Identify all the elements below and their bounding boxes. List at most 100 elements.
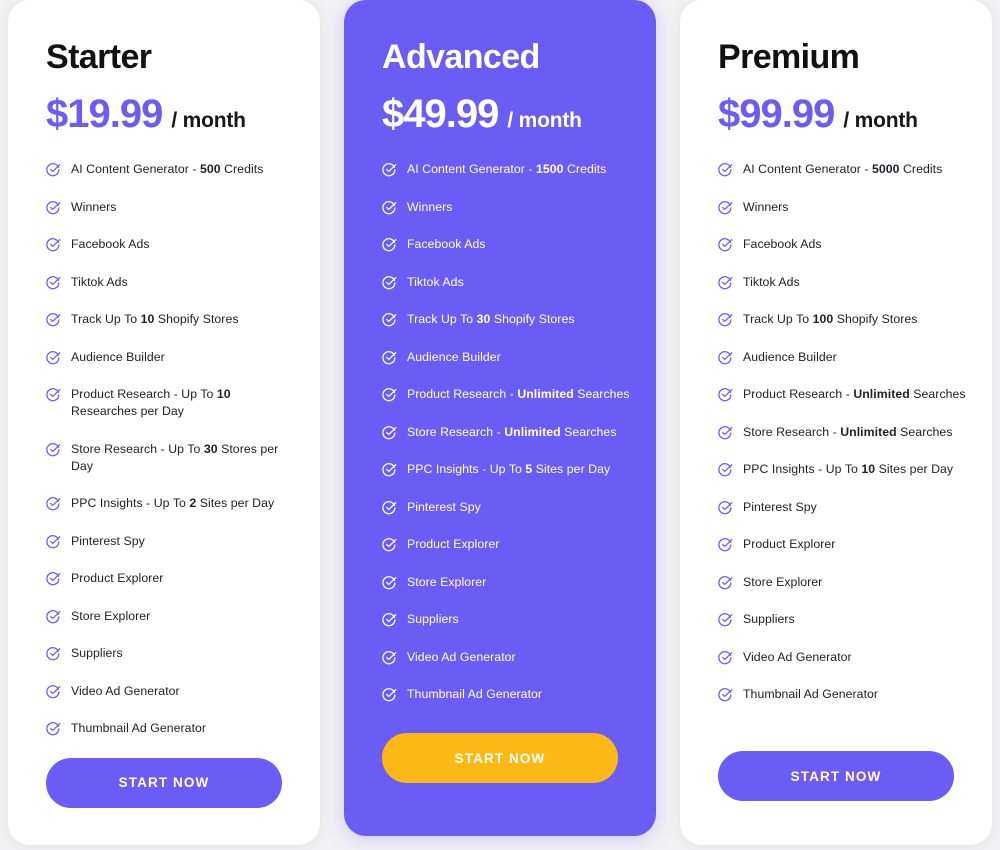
feature-item: Facebook Ads — [718, 236, 966, 253]
check-circle-icon — [46, 387, 61, 402]
check-circle-icon — [46, 609, 61, 624]
feature-item: Store Research - Up To 30 Stores per Day — [46, 441, 294, 475]
feature-item: Product Research - Up To 10 Researches p… — [46, 386, 294, 420]
feature-label: Store Explorer — [743, 574, 823, 589]
check-circle-icon — [46, 312, 61, 327]
feature-label: Store Explorer — [407, 574, 487, 589]
check-circle-icon — [382, 237, 397, 252]
feature-label: Track Up To 100 Shopify Stores — [743, 312, 918, 326]
feature-item: PPC Insights - Up To 2 Sites per Day — [46, 495, 294, 512]
feature-label: Tiktok Ads — [743, 274, 800, 289]
feature-item: Pinterest Spy — [382, 499, 630, 516]
check-circle-icon — [46, 534, 61, 549]
check-circle-icon — [382, 425, 397, 440]
check-circle-icon — [382, 350, 397, 365]
plan-price-period: / month — [843, 109, 918, 132]
feature-item: Store Research - Unlimited Searches — [718, 424, 966, 441]
check-circle-icon — [46, 350, 61, 365]
feature-label: Tiktok Ads — [71, 274, 128, 289]
plan-feature-list: AI Content Generator - 1500 Credits Winne… — [370, 161, 630, 724]
feature-label: Thumbnail Ad Generator — [407, 687, 543, 701]
feature-label: Product Research - Unlimited Searches — [407, 387, 630, 401]
feature-label: Thumbnail Ad Generator — [743, 687, 879, 701]
feature-item: Winners — [46, 199, 294, 216]
feature-label: Suppliers — [407, 612, 459, 626]
check-circle-icon — [382, 275, 397, 290]
check-circle-icon — [718, 350, 733, 365]
plan-card-advanced: Advanced $49.99 / month AI Content Generato… — [344, 0, 656, 836]
feature-item: Product Research - Unlimited Searches — [718, 386, 966, 403]
feature-item: Pinterest Spy — [46, 533, 294, 550]
plan-price-amount: $19.99 — [46, 92, 163, 136]
feature-label: AI Content Generator - 1500 Credits — [407, 162, 607, 176]
feature-label: Suppliers — [743, 612, 795, 626]
check-circle-icon — [382, 612, 397, 627]
feature-label: Winners — [71, 199, 117, 214]
feature-label: Audience Builder — [407, 349, 501, 364]
plan-price-row: $99.99 / month — [718, 94, 966, 134]
check-circle-icon — [718, 200, 733, 215]
check-circle-icon — [46, 237, 61, 252]
plan-feature-list: AI Content Generator - 500 Credits Winner… — [34, 161, 294, 758]
plan-cta-area: START NOW — [706, 751, 966, 845]
check-circle-icon — [46, 200, 61, 215]
feature-label: Video Ad Generator — [743, 649, 852, 664]
feature-item: Video Ad Generator — [718, 649, 966, 666]
plan-price-row: $49.99 / month — [382, 94, 630, 134]
check-circle-icon — [382, 387, 397, 402]
check-circle-icon — [46, 646, 61, 661]
feature-label: Product Research - Up To 10 Researches p… — [71, 387, 231, 418]
check-circle-icon — [718, 462, 733, 477]
check-circle-icon — [46, 684, 61, 699]
feature-label: Winners — [407, 199, 453, 214]
start-now-button[interactable]: START NOW — [46, 757, 282, 808]
check-circle-icon — [718, 500, 733, 515]
check-circle-icon — [718, 237, 733, 252]
feature-item: Store Explorer — [718, 574, 966, 591]
feature-item: Facebook Ads — [46, 236, 294, 253]
feature-item: Tiktok Ads — [46, 274, 294, 291]
feature-item: Video Ad Generator — [382, 649, 630, 666]
check-circle-icon — [718, 162, 733, 177]
plan-cta-area: START NOW — [370, 733, 630, 836]
plan-cta-area: START NOW — [34, 757, 294, 846]
feature-item: AI Content Generator - 1500 Credits — [382, 161, 630, 178]
plan-name: Premium — [718, 38, 860, 76]
pricing-plans-container: Starter $19.99 / month AI Content Generator… — [0, 0, 1000, 850]
check-circle-icon — [382, 162, 397, 177]
feature-item: Store Explorer — [46, 608, 294, 625]
feature-item: Product Research - Unlimited Searches — [382, 386, 630, 403]
plan-name: Starter — [46, 38, 152, 76]
plan-price-period: / month — [171, 109, 246, 132]
feature-item: Audience Builder — [46, 349, 294, 366]
feature-item: Winners — [718, 199, 966, 216]
feature-label: Pinterest Spy — [743, 499, 817, 514]
feature-label: Pinterest Spy — [71, 533, 145, 548]
plan-name: Advanced — [382, 38, 540, 76]
feature-item: Suppliers — [382, 611, 630, 628]
feature-label: Facebook Ads — [743, 237, 822, 251]
feature-label: Store Explorer — [71, 608, 151, 623]
feature-item: AI Content Generator - 500 Credits — [46, 161, 294, 178]
start-now-button[interactable]: START NOW — [382, 733, 618, 783]
check-circle-icon — [382, 500, 397, 515]
check-circle-icon — [718, 312, 733, 327]
feature-label: AI Content Generator - 500 Credits — [71, 162, 264, 176]
plan-price-period: / month — [507, 109, 582, 132]
feature-item: Video Ad Generator — [46, 683, 294, 700]
feature-label: Product Explorer — [743, 537, 836, 551]
feature-label: Store Research - Up To 30 Stores per Day — [71, 441, 279, 473]
feature-label: Track Up To 10 Shopify Stores — [71, 312, 239, 326]
plan-price-row: $19.99 / month — [46, 94, 294, 134]
feature-label: Product Research - Unlimited Searches — [743, 387, 966, 401]
feature-label: Product Explorer — [407, 537, 500, 551]
feature-item: PPC Insights - Up To 5 Sites per Day — [382, 461, 630, 478]
check-circle-icon — [718, 275, 733, 290]
feature-item: Track Up To 30 Shopify Stores — [382, 311, 630, 328]
feature-label: Winners — [743, 199, 789, 214]
feature-item: Product Explorer — [46, 570, 294, 587]
feature-item: Winners — [382, 199, 630, 216]
check-circle-icon — [718, 575, 733, 590]
start-now-button[interactable]: START NOW — [718, 751, 954, 801]
feature-item: Tiktok Ads — [382, 274, 630, 291]
